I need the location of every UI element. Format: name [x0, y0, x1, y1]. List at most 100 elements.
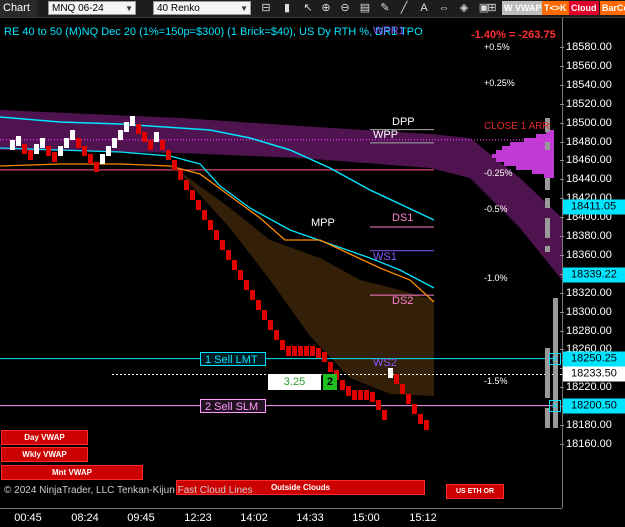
- price-tick-label: 18440.00: [560, 173, 612, 186]
- strategy-icon[interactable]: ◈: [456, 0, 472, 17]
- price-tick-label: 18380.00: [560, 230, 612, 242]
- down-brick: [202, 210, 207, 220]
- time-label: 14:02: [240, 512, 268, 524]
- down-brick: [340, 380, 345, 390]
- instrument-selector[interactable]: MNQ 06-24 ▼: [48, 1, 136, 15]
- down-brick: [304, 346, 309, 356]
- volume-bar: [545, 198, 550, 208]
- close-icon[interactable]: ✕: [549, 352, 561, 365]
- zoom-in-icon[interactable]: ⊕: [318, 0, 334, 17]
- down-brick: [322, 352, 327, 362]
- down-brick: [184, 180, 189, 190]
- down-brick: [316, 348, 321, 358]
- price-tick-label: 18540.00: [560, 78, 612, 91]
- monthly-vwap-button[interactable]: Mnt VWAP: [1, 465, 143, 480]
- down-brick: [88, 154, 93, 164]
- price-tick-label: 18500.00: [560, 116, 612, 129]
- down-brick: [286, 346, 291, 356]
- profile-bar: [492, 154, 554, 158]
- down-brick: [268, 320, 273, 330]
- down-brick: [364, 390, 369, 400]
- price-axis[interactable]: 18580.00 18560.00 18540.00 18520.00 18500.00…: [560, 18, 625, 508]
- volume-bar: [545, 218, 550, 238]
- price-tick-label: 18460.00: [560, 154, 612, 167]
- down-brick: [418, 414, 423, 424]
- day-vwap-button[interactable]: Day VWAP: [1, 430, 88, 445]
- us-eth-or-button[interactable]: US ETH OR: [446, 484, 504, 499]
- time-label: 15:12: [409, 512, 437, 524]
- sell-stop-order[interactable]: 2 Sell SLM: [200, 398, 266, 413]
- down-brick: [382, 410, 387, 420]
- chart-tab[interactable]: Chart: [0, 0, 37, 17]
- chart-subtitle: RE 40 to 50 (M)NQ Dec 20 (1%=150p=$300) …: [4, 26, 423, 38]
- down-brick: [46, 146, 51, 156]
- down-brick: [280, 340, 285, 350]
- up-brick: [130, 116, 135, 126]
- kijun-line: [0, 147, 435, 289]
- down-brick: [190, 190, 195, 200]
- scroll-icon[interactable]: ⇔: [436, 0, 452, 17]
- profile-bar: [532, 170, 554, 174]
- weekly-vwap-button[interactable]: W VWAP: [502, 1, 544, 15]
- down-brick: [232, 260, 237, 270]
- up-brick: [58, 146, 63, 156]
- time-axis[interactable]: 00:45 08:24 09:45 12:23 14:02 14:33 15:0…: [0, 508, 562, 527]
- pct-label: +0.25%: [484, 77, 515, 88]
- level-label-dpp: DPP: [392, 115, 415, 128]
- down-brick: [370, 392, 375, 402]
- price-tick-label: 18160.00: [560, 437, 612, 450]
- down-brick: [400, 384, 405, 394]
- sell-limit-label: 1 Sell LMT: [205, 353, 258, 366]
- down-brick: [358, 390, 363, 400]
- down-brick: [406, 394, 411, 404]
- level-label-wpr1: WPR1: [373, 24, 405, 37]
- chart-panel[interactable]: RE 40 to 50 (M)NQ Dec 20 (1%=150p=$300) …: [0, 18, 562, 508]
- up-brick: [154, 132, 159, 142]
- pct-label: +0.5%: [484, 41, 510, 52]
- down-brick: [394, 374, 399, 384]
- barcolor-button[interactable]: BarCo: [600, 1, 625, 15]
- price-tick-label: 18480.00: [560, 135, 612, 148]
- pct-label: -1.0%: [484, 273, 508, 284]
- up-brick: [10, 140, 15, 150]
- price-marker: 18233.50: [563, 366, 625, 382]
- down-brick: [52, 152, 57, 162]
- chevron-down-icon: ▼: [240, 4, 248, 13]
- properties-icon[interactable]: ▤: [357, 0, 373, 17]
- bar-style-icon[interactable]: ▮: [279, 0, 295, 17]
- price-tick-label: 18280.00: [560, 324, 612, 337]
- lines-icon[interactable]: ╱: [396, 0, 412, 17]
- down-brick: [172, 160, 177, 170]
- up-brick: [112, 138, 117, 148]
- down-brick: [238, 270, 243, 280]
- down-brick: [346, 386, 351, 396]
- period-selector[interactable]: 40 Renko ▼: [153, 1, 251, 15]
- zoom-out-icon[interactable]: ⊖: [337, 0, 353, 17]
- price-marker: 18339.22: [563, 267, 625, 283]
- price-marker-icon[interactable]: ⊟: [258, 0, 274, 17]
- level-label-ds1: DS1: [392, 211, 414, 224]
- cloud-button[interactable]: Cloud: [569, 1, 599, 15]
- price-tick-label: 18520.00: [560, 97, 612, 110]
- pct-label: -0.5%: [484, 203, 508, 214]
- draw-icon[interactable]: ✎: [377, 0, 393, 17]
- text-icon[interactable]: A: [416, 0, 432, 17]
- chevron-down-icon: ▼: [125, 4, 133, 13]
- profile-bar: [496, 150, 554, 154]
- up-brick: [388, 368, 393, 378]
- price-marker: 18200.50: [563, 398, 625, 414]
- pct-label: -1.5%: [484, 375, 508, 386]
- sell-limit-order[interactable]: 1 Sell LMT: [200, 351, 266, 366]
- cursor-icon[interactable]: ↖: [300, 0, 316, 17]
- tk-button[interactable]: T<>K: [542, 1, 569, 15]
- weekly-vwap-button[interactable]: Wkly VWAP: [1, 447, 88, 462]
- price-tick-label: 18560.00: [560, 59, 612, 72]
- lock-icon[interactable]: ⊞: [484, 0, 500, 17]
- time-label: 09:45: [127, 512, 155, 524]
- down-brick: [148, 140, 153, 150]
- down-brick: [328, 362, 333, 372]
- level-label-wpp: WPP: [373, 128, 399, 141]
- position-box[interactable]: 3.25 2: [268, 374, 337, 391]
- volume-bar: [545, 178, 550, 190]
- down-brick: [412, 404, 417, 414]
